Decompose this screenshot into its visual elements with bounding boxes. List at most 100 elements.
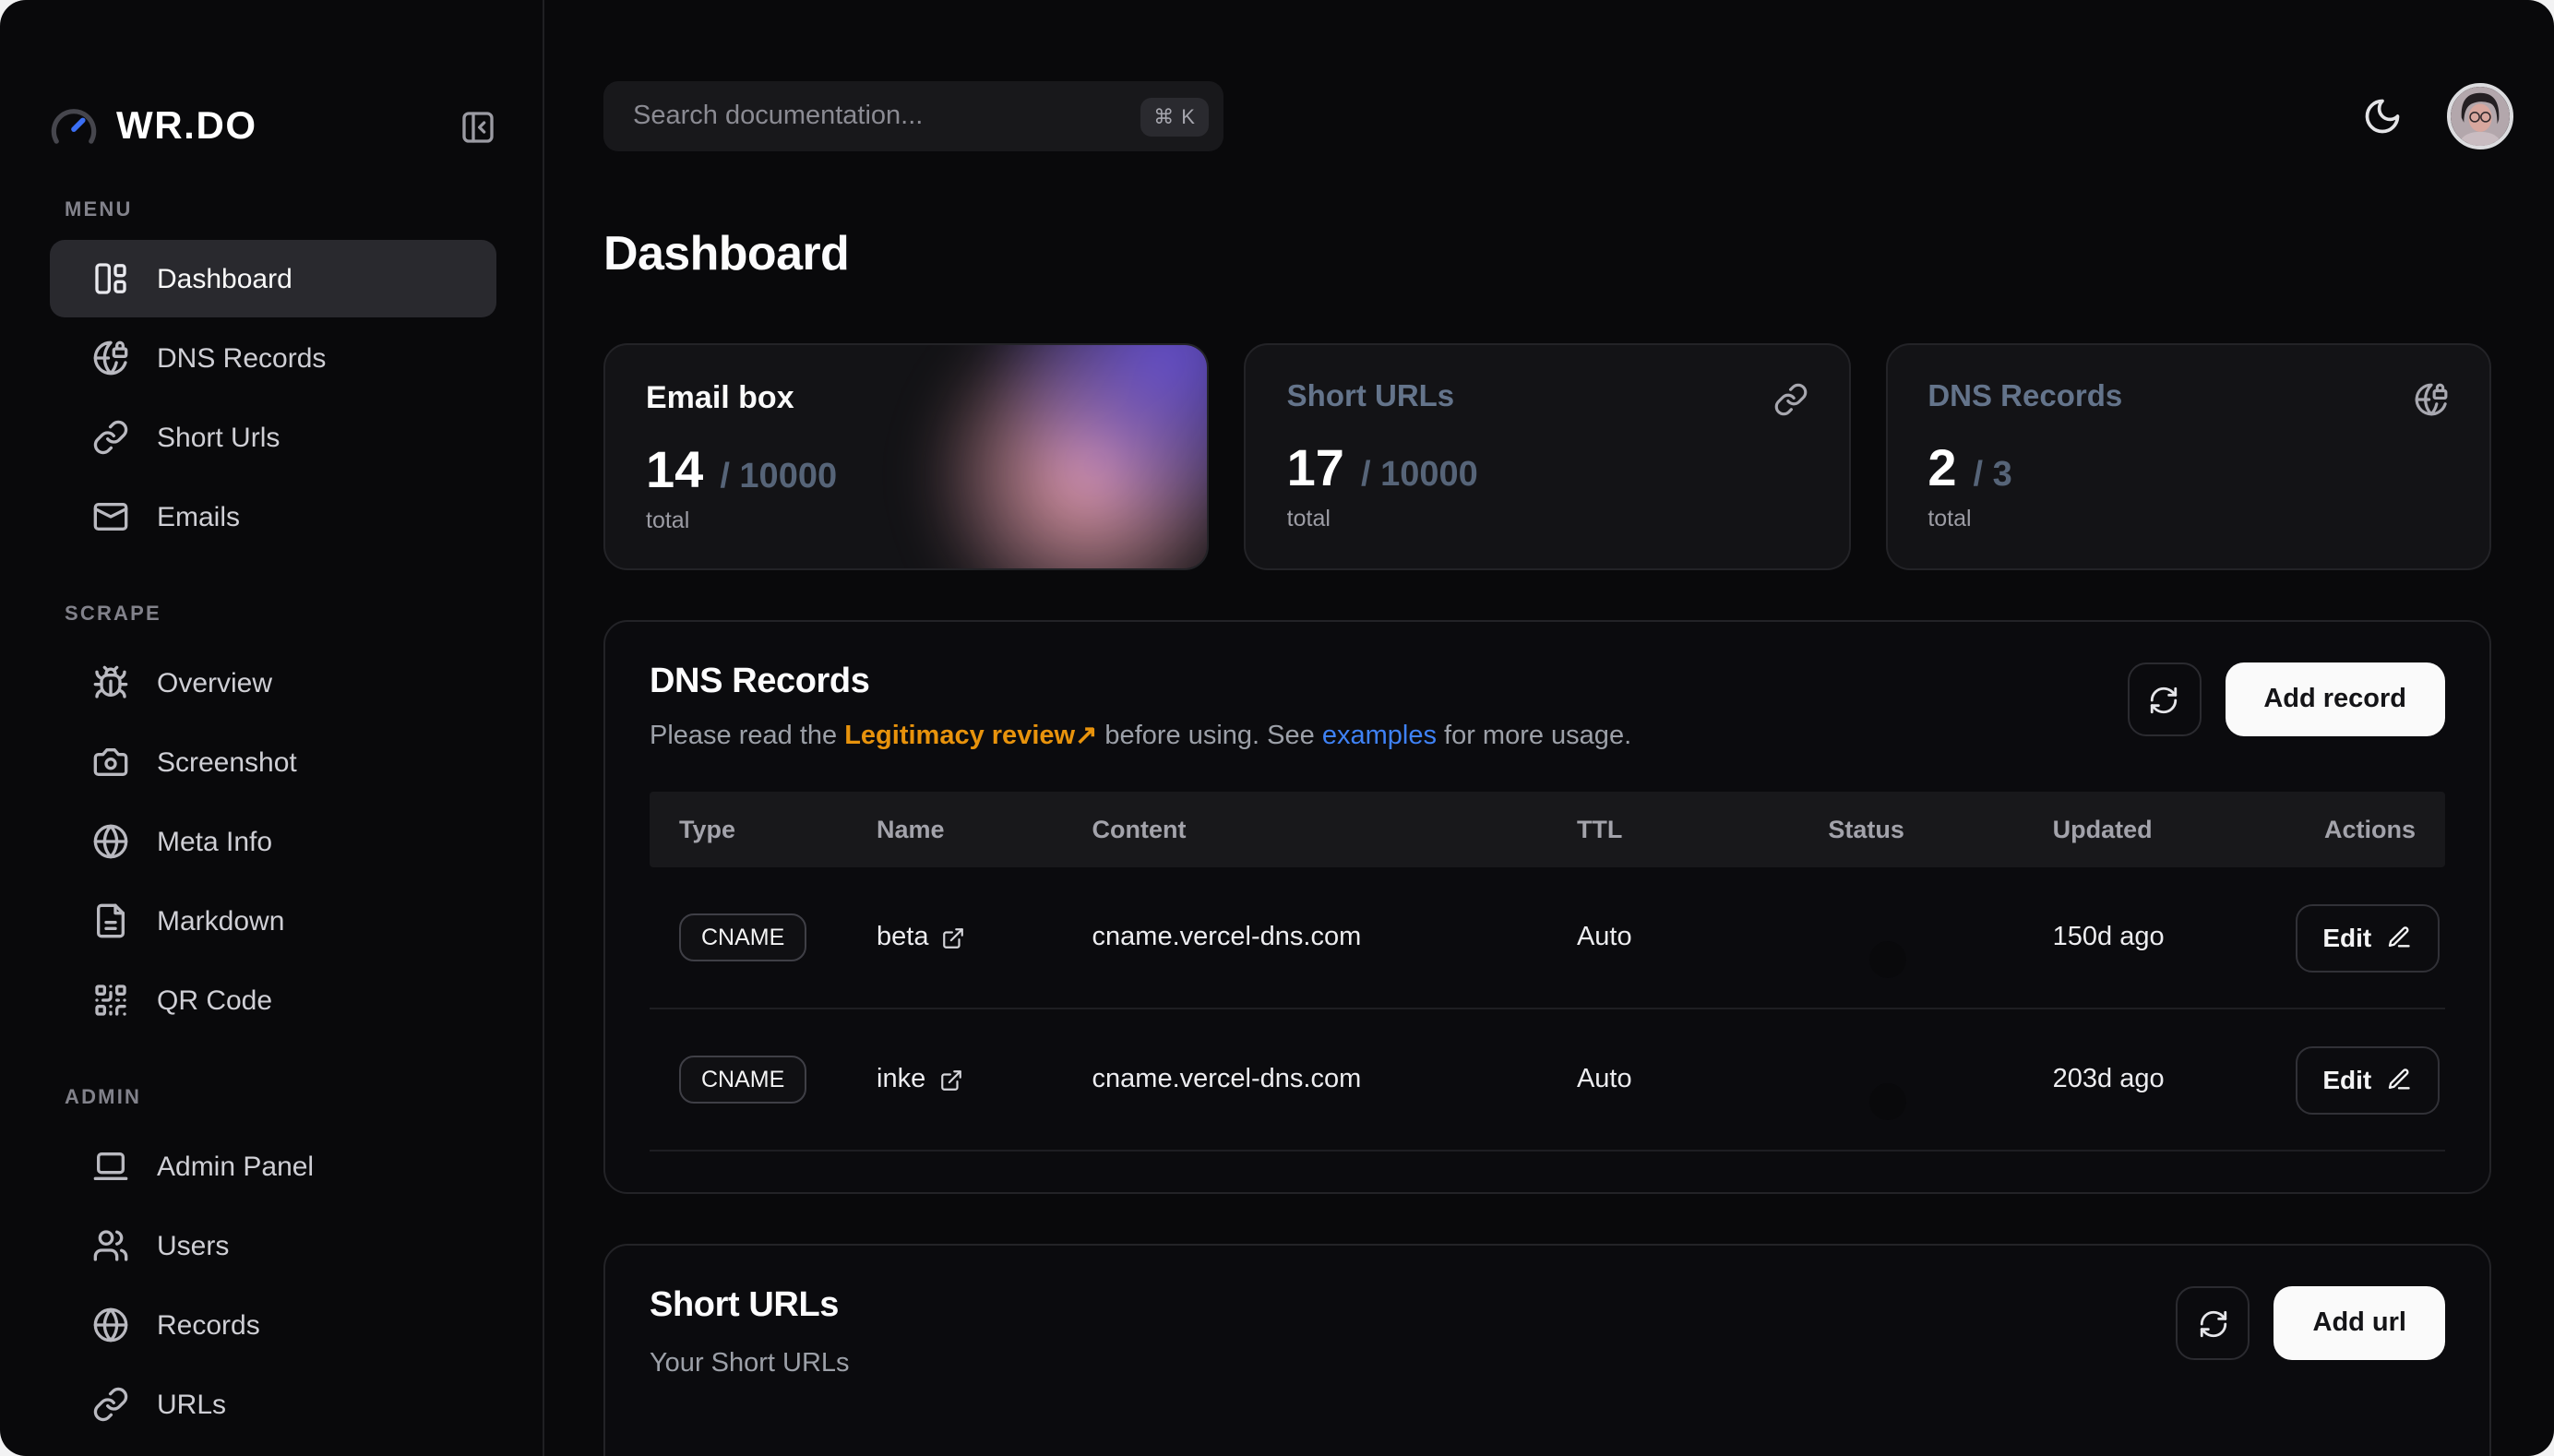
section-label-admin: ADMIN	[65, 1087, 496, 1109]
pen-icon	[2386, 925, 2412, 950]
stat-limit: / 10000	[1361, 456, 1478, 496]
sidebar-item-label: URLs	[157, 1389, 226, 1420]
sidebar-item-screenshot[interactable]: Screenshot	[50, 723, 496, 801]
stat-caption: total	[1287, 506, 1808, 531]
dns-records-table: Type Name Content TTL Status Updated Act…	[650, 792, 2445, 1152]
edit-record-button[interactable]: Edit	[2295, 1045, 2440, 1114]
short-urls-panel-title: Short URLs	[650, 1286, 850, 1327]
camera-icon	[92, 744, 129, 781]
globe-lock-icon	[92, 340, 129, 376]
short-urls-panel-subtitle: Your Short URLs	[650, 1349, 850, 1378]
record-updated: 150d ago	[2023, 923, 2266, 952]
stat-caption: total	[646, 507, 1167, 533]
sidebar-item-label: Records	[157, 1309, 260, 1341]
add-record-button[interactable]: Add record	[2225, 662, 2445, 736]
sidebar-item-records[interactable]: Records	[50, 1286, 496, 1364]
sidebar-item-meta-info[interactable]: Meta Info	[50, 803, 496, 880]
search-shortcut-badge: ⌘ K	[1140, 97, 1209, 136]
sidebar-item-qr-code[interactable]: QR Code	[50, 961, 496, 1039]
add-url-button[interactable]: Add url	[2274, 1286, 2446, 1360]
qr-code-icon	[92, 982, 129, 1019]
record-name-link[interactable]: inke	[877, 1065, 962, 1094]
stat-value: 2	[1927, 439, 1956, 498]
edit-record-button[interactable]: Edit	[2295, 903, 2440, 972]
desc-text: before using. See	[1097, 722, 1321, 751]
sidebar-item-urls[interactable]: URLs	[50, 1366, 496, 1443]
record-ttl: Auto	[1547, 1065, 1798, 1094]
record-content: cname.vercel-dns.com	[1063, 1065, 1547, 1094]
refresh-button[interactable]	[2177, 1286, 2250, 1360]
main-content: ⌘ K	[544, 0, 2554, 1456]
edit-label: Edit	[2322, 1065, 2371, 1094]
file-text-icon	[92, 902, 129, 939]
sidebar-item-emails[interactable]: Emails	[50, 478, 496, 555]
toggle-knob	[1868, 941, 1905, 978]
user-avatar[interactable]	[2447, 83, 2513, 149]
search-box[interactable]: ⌘ K	[603, 81, 1223, 151]
laptop-icon	[92, 1148, 129, 1185]
legitimacy-review-link[interactable]: Legitimacy review	[844, 722, 1075, 751]
dns-panel-title: DNS Records	[650, 662, 1631, 703]
col-type: Type	[650, 816, 847, 843]
edit-label: Edit	[2322, 923, 2371, 952]
sidebar-item-overview[interactable]: Overview	[50, 644, 496, 722]
sidebar-item-label: Short Urls	[157, 422, 280, 453]
sidebar-item-label: DNS Records	[157, 342, 326, 374]
theme-toggle-button[interactable]	[2362, 96, 2403, 137]
refresh-button[interactable]	[2127, 662, 2201, 736]
col-actions: Actions	[2265, 816, 2445, 843]
sidebar-item-dns-records[interactable]: DNS Records	[50, 319, 496, 397]
short-urls-panel: Short URLs Your Short URLs Add url	[603, 1244, 2491, 1456]
globe-icon	[92, 1307, 129, 1343]
table-row: CNAME inke cname.vercel-dns.com Auto 203…	[650, 1009, 2445, 1152]
table-row: CNAME beta cname.vercel-dns.com Auto 150…	[650, 867, 2445, 1009]
stat-card-email-box: Email box 14 / 10000 total	[603, 343, 1210, 570]
avatar-image	[2451, 87, 2510, 146]
sidebar-item-label: Admin Panel	[157, 1151, 314, 1182]
sidebar-item-label: Dashboard	[157, 263, 292, 294]
col-status: Status	[1798, 816, 2023, 843]
search-input[interactable]	[633, 101, 1126, 131]
record-content: cname.vercel-dns.com	[1063, 923, 1547, 952]
sidebar-item-label: QR Code	[157, 985, 272, 1016]
sidebar-item-dashboard[interactable]: Dashboard	[50, 240, 496, 317]
sidebar-item-label: Emails	[157, 501, 240, 532]
sidebar-item-admin-panel[interactable]: Admin Panel	[50, 1128, 496, 1205]
table-header-row: Type Name Content TTL Status Updated Act…	[650, 792, 2445, 867]
col-name: Name	[847, 816, 1063, 843]
record-updated: 203d ago	[2023, 1065, 2266, 1094]
panel-left-close-icon	[459, 109, 496, 146]
sidebar-item-label: Users	[157, 1230, 229, 1261]
section-label-scrape: SCRAPE	[65, 603, 496, 626]
mail-icon	[92, 498, 129, 535]
toggle-knob	[1868, 1083, 1905, 1120]
dns-panel-description: Please read the Legitimacy review↗ befor…	[650, 722, 1631, 751]
sidebar-collapse-button[interactable]	[459, 109, 496, 146]
stat-value: 17	[1287, 439, 1344, 498]
record-name: beta	[877, 923, 928, 952]
sidebar-item-short-urls[interactable]: Short Urls	[50, 399, 496, 476]
col-updated: Updated	[2023, 816, 2266, 843]
sidebar-item-users[interactable]: Users	[50, 1207, 496, 1284]
link-icon	[92, 1386, 129, 1423]
stat-caption: total	[1927, 506, 2449, 531]
sidebar: WR.DO MENU Dashboard DNS Records Short U…	[0, 0, 544, 1456]
desc-text: Please read the	[650, 722, 844, 751]
brand-logo[interactable]: WR.DO	[50, 103, 257, 151]
examples-link[interactable]: examples	[1322, 722, 1437, 751]
sidebar-item-markdown[interactable]: Markdown	[50, 882, 496, 960]
external-link-icon	[938, 1068, 962, 1092]
sidebar-item-label: Screenshot	[157, 746, 297, 778]
sidebar-item-label: Meta Info	[157, 826, 272, 857]
refresh-icon	[2198, 1307, 2229, 1339]
link-icon	[92, 419, 129, 456]
topbar: ⌘ K	[603, 81, 2491, 151]
page-title: Dashboard	[603, 225, 2491, 282]
record-name-link[interactable]: beta	[877, 923, 965, 952]
users-icon	[92, 1227, 129, 1264]
stat-title: DNS Records	[1927, 380, 2449, 415]
layout-dashboard-icon	[92, 260, 129, 297]
brand-name: WR.DO	[116, 105, 257, 149]
stat-title: Short URLs	[1287, 380, 1808, 415]
sidebar-item-label: Overview	[157, 667, 272, 698]
